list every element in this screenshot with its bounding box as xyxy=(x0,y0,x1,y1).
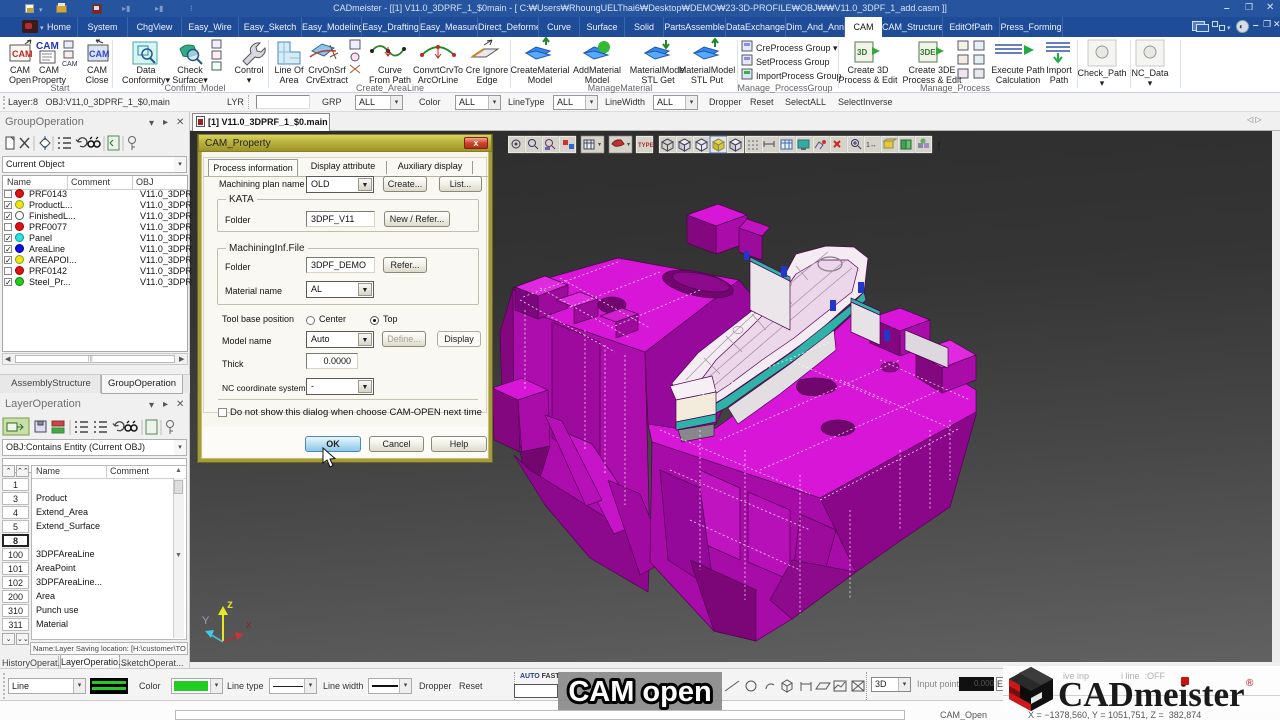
svg-text:3DE: 3DE xyxy=(920,48,936,57)
svg-text:TYPE: TYPE xyxy=(638,143,654,149)
svg-text:CAM open: CAM open xyxy=(568,676,711,708)
svg-text:z: z xyxy=(227,597,233,611)
svg-text:1↔: 1↔ xyxy=(866,142,877,149)
svg-text:CAM: CAM xyxy=(36,41,59,52)
svg-text:CAM: CAM xyxy=(12,49,33,59)
svg-text:3D: 3D xyxy=(857,48,867,57)
svg-text:!: ! xyxy=(937,139,941,153)
svg-text:x: x xyxy=(246,619,252,631)
svg-text:Y: Y xyxy=(202,615,210,627)
svg-text:CAM: CAM xyxy=(89,49,110,59)
